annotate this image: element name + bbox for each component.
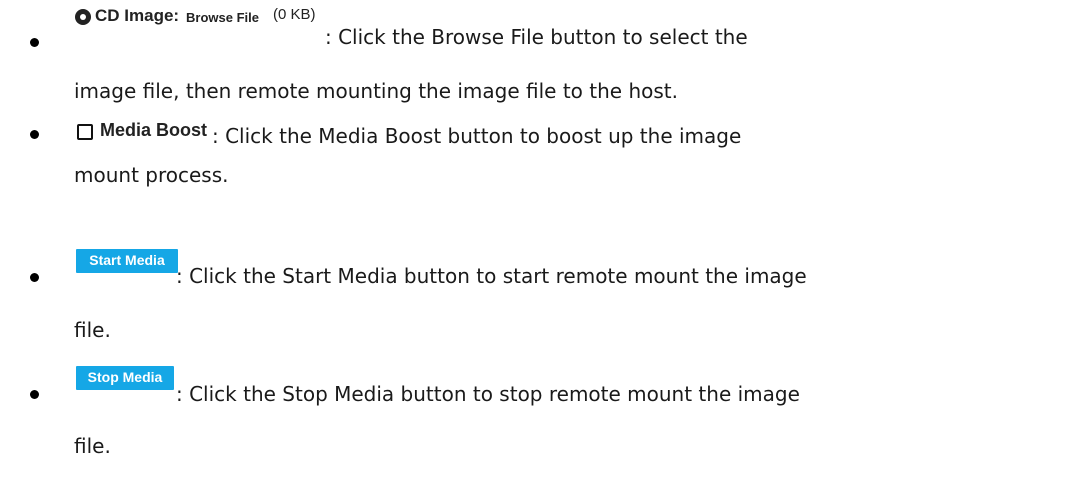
cd-image-label: CD Image: <box>95 6 180 25</box>
item-description-cont: mount process. <box>74 163 229 187</box>
bullet-icon <box>30 273 39 282</box>
file-size-text: (0 KB) <box>273 6 316 23</box>
item-description: : Click the Start Media button to start … <box>176 264 807 288</box>
bullet-icon <box>30 38 39 47</box>
start-media-button[interactable]: Start Media <box>76 249 178 273</box>
item-description-cont: file. <box>74 434 111 458</box>
media-boost-label: Media Boost <box>100 120 208 140</box>
item-description: : Click the Stop Media button to stop re… <box>176 382 800 406</box>
item-description-cont: file. <box>74 318 111 342</box>
item-description: : Click the Browse File button to select… <box>325 25 748 49</box>
browse-file-button[interactable]: Browse File <box>186 10 259 25</box>
media-boost-checkbox[interactable] <box>77 124 93 140</box>
item-description-cont: image file, then remote mounting the ima… <box>74 79 678 103</box>
bullet-icon <box>30 390 39 399</box>
bullet-icon <box>30 130 39 139</box>
item-description: : Click the Media Boost button to boost … <box>212 124 742 148</box>
cd-disc-icon <box>75 9 91 25</box>
instruction-list: CD Image: Browse File (0 KB) : Click the… <box>0 0 1075 497</box>
stop-media-button[interactable]: Stop Media <box>76 366 174 390</box>
